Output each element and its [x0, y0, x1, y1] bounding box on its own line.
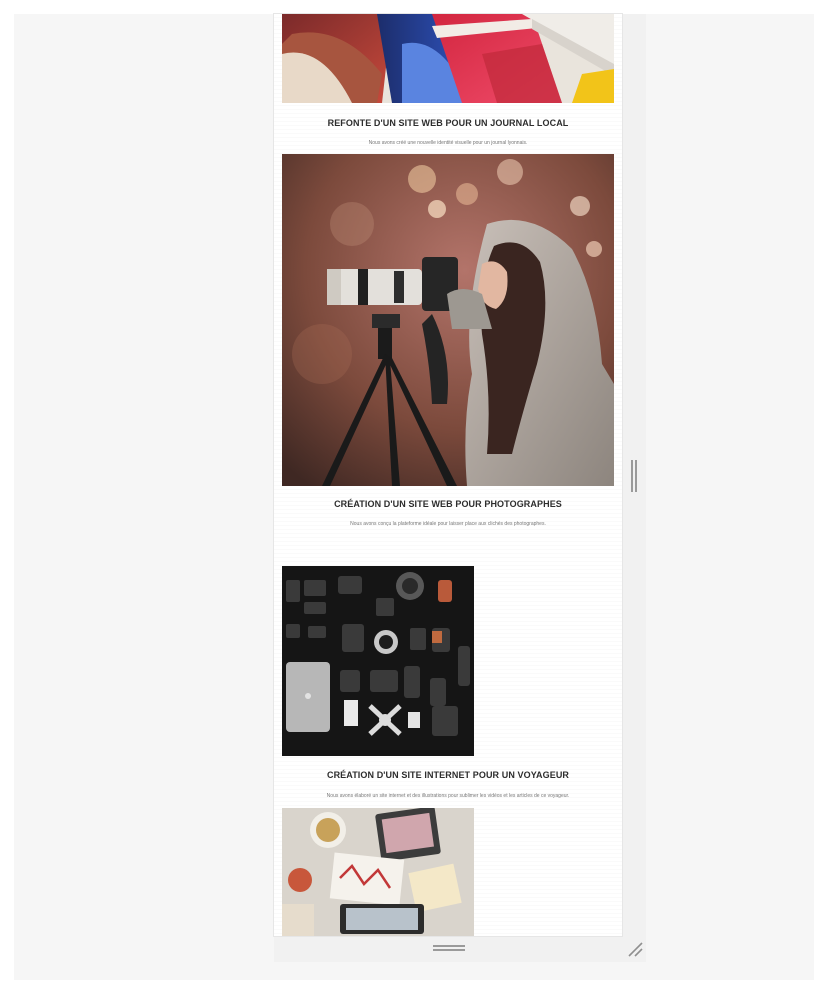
horizontal-resize-handle[interactable] [433, 944, 465, 952]
project-image-magazines[interactable] [282, 14, 614, 103]
project-title: CRÉATION D'UN SITE INTERNET POUR UN VOYA… [326, 770, 570, 780]
corner-resize-handle[interactable] [626, 940, 644, 958]
vertical-resize-handle[interactable] [630, 460, 638, 492]
mobile-preview-frame: REFONTE D'UN SITE WEB POUR UN JOURNAL LO… [274, 14, 622, 936]
project-image-photographer[interactable] [282, 154, 614, 486]
project-description: Nous avons créé une nouvelle identité vi… [368, 140, 528, 146]
project-image-camera-gear[interactable] [282, 566, 474, 756]
project-description: Nous avons élaboré un site internet et d… [326, 793, 570, 799]
project-title: CRÉATION D'UN SITE WEB POUR PHOTOGRAPHES [334, 499, 562, 509]
project-image-desk[interactable] [282, 808, 474, 936]
project-description: Nous avons conçu la plateforme idéale po… [350, 521, 546, 527]
project-title: REFONTE D'UN SITE WEB POUR UN JOURNAL LO… [327, 118, 569, 128]
